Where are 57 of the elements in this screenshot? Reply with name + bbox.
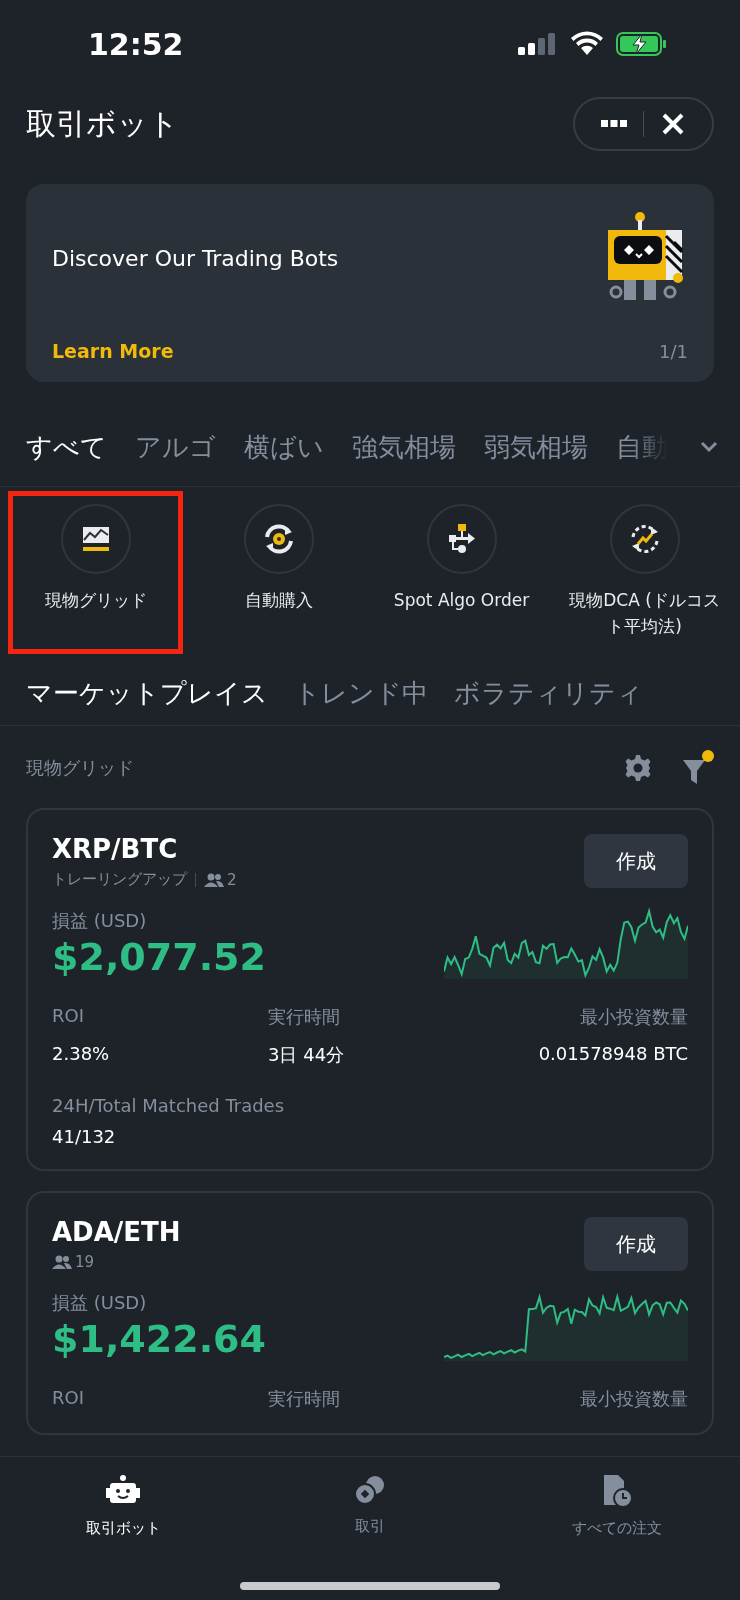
learn-more-link[interactable]: Learn More — [52, 340, 339, 362]
bot-type-item[interactable]: 現物DCA (ドルコスト平均法) — [557, 491, 732, 654]
stat-label: 実行時間 — [267, 1005, 341, 1029]
status-time: 12:52 — [88, 26, 184, 62]
close-icon — [662, 113, 684, 135]
nav-tab[interactable]: 取引ボット — [0, 1473, 247, 1538]
signal-icon — [518, 31, 558, 57]
page-title: 取引ボット — [26, 104, 179, 143]
stat-label: 最小投資数量 — [580, 1387, 688, 1411]
banner-title: Discover Our Trading Bots — [52, 246, 339, 271]
wifi-icon — [570, 31, 604, 57]
pair-name: XRP/BTC — [52, 834, 179, 864]
bot-type-item[interactable]: Spot Algo Order — [374, 491, 549, 654]
category-tab[interactable]: 横ばい — [244, 429, 324, 465]
create-button[interactable]: 作成 — [584, 834, 688, 888]
banner-page-indicator: 1/1 — [659, 341, 688, 362]
pnl-label: 損益 (USD) — [52, 909, 148, 933]
promo-banner[interactable]: Discover Our Trading Bots Learn More 1/1 — [26, 184, 714, 382]
stat-value: 2.38% — [52, 1043, 111, 1066]
create-button[interactable]: 作成 — [584, 1217, 688, 1271]
trades-label: 24H/Total Matched Trades — [52, 1095, 286, 1116]
section-title: 現物グリッド — [26, 756, 134, 780]
stat-label: ROI — [52, 1005, 85, 1028]
category-tab[interactable]: アルゴ — [135, 429, 216, 465]
category-tab[interactable]: すべて — [26, 429, 107, 465]
bot-type-item[interactable]: 自動購入 — [191, 491, 366, 654]
stat-label: 実行時間 — [267, 1387, 341, 1411]
market-tab[interactable]: ボラティリティ — [454, 676, 643, 711]
category-tab[interactable]: 弱気相場 — [484, 429, 588, 465]
market-tab[interactable]: マーケットプレイス — [26, 676, 268, 711]
trades-value: 41/132 — [52, 1126, 117, 1147]
users-icon — [204, 872, 224, 887]
follower-count: 2 — [227, 870, 237, 889]
settings-button[interactable] — [624, 754, 652, 782]
nav-tab[interactable]: すべての注文 — [493, 1473, 740, 1538]
pnl-value: $1,422.64 — [52, 1317, 266, 1361]
filter-button[interactable] — [682, 750, 714, 786]
pnl-value: $2,077.52 — [52, 935, 266, 979]
strategy-label: トレーリングアップ — [52, 870, 187, 889]
follower-count: 19 — [75, 1253, 95, 1271]
pnl-label: 損益 (USD) — [52, 1291, 148, 1315]
settings-icon — [624, 754, 652, 782]
pair-name: ADA/ETH — [52, 1217, 181, 1247]
filter-icon — [682, 758, 706, 786]
stat-value: 0.01578948 BTC — [538, 1043, 688, 1066]
chevron-down-icon — [700, 441, 718, 453]
market-tab[interactable]: トレンド中 — [294, 676, 428, 711]
stat-value: 3日 44分 — [267, 1043, 346, 1067]
stat-label: 最小投資数量 — [580, 1005, 688, 1029]
category-tab[interactable]: 自動 — [616, 429, 668, 465]
category-tab[interactable]: 強気相場 — [352, 429, 456, 465]
more-icon — [601, 120, 627, 128]
users-icon — [52, 1255, 72, 1269]
stat-label: ROI — [52, 1387, 85, 1410]
battery-icon — [616, 31, 668, 57]
nav-tab[interactable]: 取引 — [246, 1473, 494, 1538]
bot-type-item[interactable]: 現物グリッド — [8, 491, 183, 654]
